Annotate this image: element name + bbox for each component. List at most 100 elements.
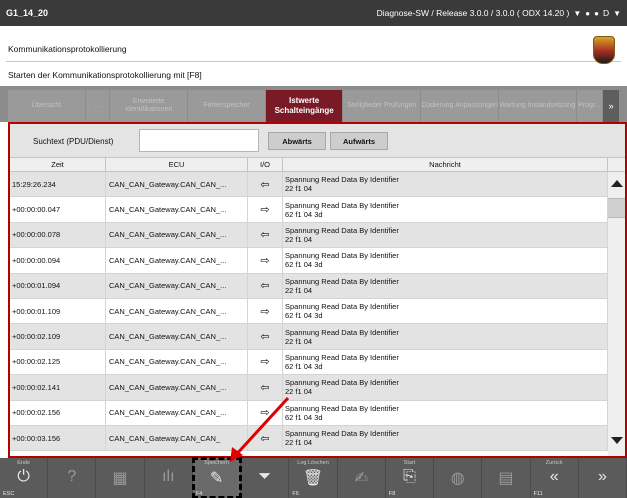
cell-ecu: CAN_CAN_Gateway.CAN_CAN_ — [106, 425, 248, 451]
cell-ecu: CAN_CAN_Gateway.CAN_CAN_... — [106, 248, 248, 273]
toolbar-button-label: Log Löschen — [297, 460, 329, 466]
status-dot-icon: ● — [585, 8, 591, 18]
sign-icon: ✍ — [354, 470, 368, 487]
message-bytes: 22 f1 04 — [285, 387, 313, 397]
scroll-up-arrow-icon[interactable] — [611, 180, 623, 187]
table-row[interactable]: +00:00:00.047 CAN_CAN_Gateway.CAN_CAN_...… — [10, 197, 608, 223]
column-header-time[interactable]: Zeit — [10, 158, 106, 171]
cell-ecu: CAN_CAN_Gateway.CAN_CAN_... — [106, 273, 248, 298]
toolbar-button-chart-icon[interactable]: ılı — [145, 458, 193, 498]
table-row[interactable]: +00:00:03.156 CAN_CAN_Gateway.CAN_CAN_ ⇦ Sp… — [10, 425, 608, 452]
function-key-toolbar: Ende ⏻ ESC? ▦ ılı Speichern ✎ F4 ⏷ Log Löschen 🗑 F6… — [0, 457, 627, 498]
cell-ecu: CAN_CAN_Gateway.CAN_CAN_... — [106, 375, 248, 400]
cell-message: Spannung Read Data By Identifier 62 f1 04… — [283, 349, 608, 375]
dropdown-icon[interactable]: ▼ — [613, 9, 621, 18]
message-bytes: 22 f1 04 — [285, 438, 313, 448]
cell-time: +00:00:02.125 — [10, 349, 106, 375]
toolbar-button-log-l-schen[interactable]: Log Löschen 🗑 F6 — [289, 458, 338, 498]
cell-ecu: CAN_CAN_Gateway.CAN_CAN_... — [106, 298, 248, 324]
cell-time: +00:00:03.156 — [10, 425, 106, 451]
log-panel: Suchtext (PDU/Dienst) Abwärts Aufwärts Z… — [8, 122, 627, 458]
tab-ellipsis[interactable]: ... — [85, 90, 110, 122]
search-bar: Suchtext (PDU/Dienst) Abwärts Aufwärts — [10, 124, 625, 157]
message-text: Spannung Read Data By Identifier — [285, 378, 399, 388]
toolbar-button-forward-icon[interactable]: » — [579, 458, 627, 498]
tab-actuator-tests[interactable]: Stellglieder Prüfungen — [343, 90, 421, 122]
io-direction-icon: ⇦ — [248, 425, 283, 451]
table-row[interactable]: +00:00:00.078 CAN_CAN_Gateway.CAN_CAN_...… — [10, 222, 608, 249]
column-header-ecu[interactable]: ECU — [106, 158, 248, 171]
start-icon: ⎘ — [403, 468, 416, 485]
table-row[interactable]: +00:00:02.141 CAN_CAN_Gateway.CAN_CAN_...… — [10, 375, 608, 401]
toolbar-button-sign-icon[interactable]: ✍ — [338, 458, 386, 498]
message-text: Spannung Read Data By Identifier — [285, 225, 399, 235]
toolbar-button-zur-ck[interactable]: Zurück « F11 — [531, 458, 579, 498]
tab-overview[interactable]: Übersicht — [8, 90, 85, 122]
message-text: Spannung Read Data By Identifier — [285, 251, 399, 261]
toolbar-button-grid-icon[interactable]: ▦ — [96, 458, 145, 498]
tab-actual-values[interactable]: Istwerte Schalteingänge — [265, 90, 343, 122]
tab-coding-adaptation[interactable]: Codierung Anpassungen — [421, 90, 498, 122]
table-row[interactable]: +00:00:01.109 CAN_CAN_Gateway.CAN_CAN_...… — [10, 298, 608, 325]
toolbar-button-ende[interactable]: Ende ⏻ ESC — [0, 458, 49, 498]
power-icon: ⏻ — [17, 468, 30, 485]
back-icon: « — [549, 468, 559, 485]
io-direction-icon: ⇦ — [248, 375, 283, 400]
scroll-thumb[interactable] — [608, 198, 625, 218]
table-row[interactable]: +00:00:01.094 CAN_CAN_Gateway.CAN_CAN_...… — [10, 273, 608, 299]
title-letter: D — [602, 8, 610, 18]
search-up-button[interactable]: Aufwärts — [330, 132, 388, 150]
cell-time: +00:00:01.109 — [10, 298, 106, 324]
tab-programming[interactable]: Progr... — [576, 90, 603, 122]
io-direction-icon: ⇦ — [248, 273, 283, 298]
page-subtitle: Starten der Kommunikationsprotokollierun… — [8, 70, 202, 80]
message-text: Spannung Read Data By Identifier — [285, 200, 399, 210]
cell-message: Spannung Read Data By Identifier 22 f1 04 — [283, 222, 608, 248]
search-down-button[interactable]: Abwärts — [268, 132, 326, 150]
function-key-label: F11 — [533, 491, 543, 497]
cell-ecu: CAN_CAN_Gateway.CAN_CAN_... — [106, 324, 248, 349]
cell-message: Spannung Read Data By Identifier 22 f1 04 — [283, 172, 608, 197]
table-row[interactable]: +00:00:00.094 CAN_CAN_Gateway.CAN_CAN_...… — [10, 248, 608, 274]
io-direction-icon: ⇨ — [248, 400, 283, 425]
vertical-scrollbar[interactable] — [608, 172, 625, 456]
cell-message: Spannung Read Data By Identifier 62 f1 04… — [283, 400, 608, 425]
cell-message: Spannung Read Data By Identifier 22 f1 04 — [283, 324, 608, 349]
cell-ecu: CAN_CAN_Gateway.CAN_CAN_... — [106, 172, 248, 197]
cell-time: +00:00:02.141 — [10, 375, 106, 400]
tabs-more-button[interactable]: » — [603, 90, 619, 122]
release-info: Diagnose-SW / Release 3.0.0 / 3.0.0 ( OD… — [376, 8, 570, 18]
search-input[interactable] — [139, 129, 259, 152]
io-direction-icon: ⇨ — [248, 248, 283, 273]
cell-message: Spannung Read Data By Identifier 62 f1 04… — [283, 248, 608, 273]
toolbar-button-label: Speichern — [204, 460, 229, 466]
page-title: Kommunikationsprotokollierung — [8, 44, 127, 54]
io-direction-icon: ⇨ — [248, 349, 283, 375]
message-text: Spannung Read Data By Identifier — [285, 175, 399, 185]
table-row[interactable]: +00:00:02.125 CAN_CAN_Gateway.CAN_CAN_...… — [10, 349, 608, 376]
save-icon: ✎ — [209, 470, 224, 487]
tab-fault-memory[interactable]: Fehlerspeicher — [188, 90, 265, 122]
column-header-io[interactable]: I/O — [248, 158, 283, 171]
table-row[interactable]: +00:00:02.109 CAN_CAN_Gateway.CAN_CAN_...… — [10, 324, 608, 350]
toolbar-button-help-icon[interactable]: ? — [48, 458, 97, 498]
toolbar-button-start[interactable]: Start ⎘ F8 — [386, 458, 435, 498]
grid-icon: ▦ — [112, 470, 128, 487]
table-row[interactable]: 15:29:26.234 CAN_CAN_Gateway.CAN_CAN_... ⇦… — [10, 172, 608, 198]
toolbar-button-document-icon[interactable]: ▤ — [482, 458, 531, 498]
message-bytes: 62 f1 04 3d — [285, 412, 323, 422]
scroll-down-arrow-icon[interactable] — [611, 437, 623, 444]
message-bytes: 22 f1 04 — [285, 234, 313, 244]
tab-maintenance[interactable]: Wartung Instandsetzung — [498, 90, 576, 122]
cell-time: +00:00:00.078 — [10, 222, 106, 248]
table-row[interactable]: +00:00:02.156 CAN_CAN_Gateway.CAN_CAN_...… — [10, 400, 608, 426]
column-header-message[interactable]: Nachricht — [283, 158, 608, 171]
cell-time: +00:00:00.094 — [10, 248, 106, 273]
toolbar-button-network-icon[interactable]: ◍ — [434, 458, 483, 498]
toolbar-button-filter-icon[interactable]: ⏷ — [241, 458, 290, 498]
tab-bar: Übersicht ... Erweiterte Identifikatione… — [0, 86, 627, 122]
toolbar-button-speichern[interactable]: Speichern ✎ F4 — [191, 457, 243, 498]
forward-icon: » — [597, 468, 607, 485]
tab-extended-identifications[interactable]: Erweiterte Identifikationen — [110, 90, 188, 122]
message-text: Spannung Read Data By Identifier — [285, 429, 399, 439]
